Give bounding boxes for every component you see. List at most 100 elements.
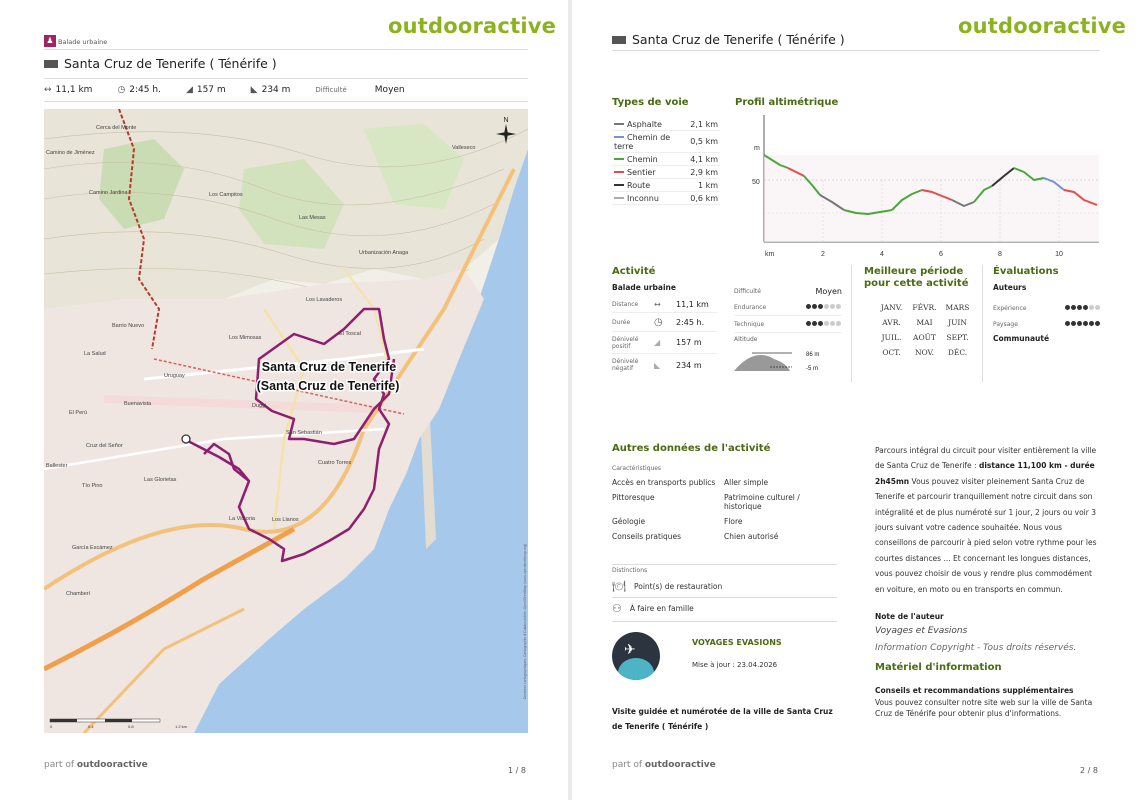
rating-dot <box>818 320 823 326</box>
road-type-row: Chemin de terre 0,5 km <box>612 130 720 153</box>
rating-dot <box>830 303 835 309</box>
month-cell: FÉVR. <box>912 303 937 312</box>
tour-title-text: Santa Cruz de Tenerife ( Ténérife ) <box>632 32 845 47</box>
rating-dot <box>812 320 817 326</box>
x-tick: 10 <box>1055 251 1063 258</box>
footer-part-of: part of outdooractive <box>612 760 716 770</box>
advice-title: Conseils et recommandations supplémentai… <box>875 686 1074 695</box>
distinction-item: ⚇ À faire en famille <box>612 602 694 615</box>
description: Parcours intégral du circuit pour visite… <box>875 446 1097 594</box>
place-label: Cerca del Monte <box>96 125 136 131</box>
rating-dot <box>1083 320 1088 326</box>
ascent-icon: ◢ <box>654 338 661 347</box>
place-label: Duggi <box>252 403 266 409</box>
best-period-heading: Meilleure période pour cette activité <box>864 266 969 289</box>
divider <box>44 49 528 50</box>
ratings-details: Expérience Paysage <box>993 300 1101 332</box>
distance-icon: ↔ <box>44 85 52 95</box>
svg-text:1.2 km: 1.2 km <box>175 724 188 729</box>
road-type-row: Inconnu 0,6 km <box>612 191 720 205</box>
page-number: 1 / 8 <box>508 766 526 775</box>
rating-dot <box>830 320 835 326</box>
month-cell: OCT. <box>882 348 901 357</box>
month-cell: MARS <box>945 303 970 312</box>
route-map[interactable]: N Santa Cruz de Tenerife (Santa Cruz de … <box>44 109 528 733</box>
route-label-line2: (Santa Cruz de Tenerife) <box>257 379 400 393</box>
characteristic-item: Flore <box>724 517 743 526</box>
place-label: Uruguay <box>164 373 185 379</box>
rating-dot <box>1095 320 1100 326</box>
rating-dot <box>824 303 829 309</box>
month-cell: AOÛT <box>913 333 936 342</box>
month-cell: NOV. <box>914 348 935 357</box>
metric-distance: ↔ 11,1 km <box>44 85 93 95</box>
place-label: Cuatro Torres <box>318 460 351 466</box>
distinctions-label: Distinctions <box>612 567 648 574</box>
author-name[interactable]: VOYAGES EVASIONS <box>692 638 782 647</box>
elevation-profile-chart: m 50 km 2 4 6 8 10 <box>752 115 1099 258</box>
metric-ascent: ◢ 157 m <box>185 85 226 95</box>
rating-dot <box>1077 320 1082 326</box>
place-label: García Escámez <box>72 545 113 551</box>
activity-difficulty: Difficulté Moyen Endurance Technique Alti… <box>734 283 842 381</box>
activity-stats: Distance ↔ 11,1 km Durée ◷ 2:45 h. Dénivelé … <box>612 296 717 376</box>
restaurant-icon: 🍽 <box>612 580 626 593</box>
svg-text:86 m: 86 m <box>806 352 819 358</box>
page-number: 2 / 8 <box>1080 766 1098 775</box>
rating-dot <box>836 303 841 309</box>
compass-north-label: N <box>503 117 508 124</box>
flag-icon <box>612 35 626 44</box>
route-start-marker[interactable] <box>181 434 191 444</box>
month-cell: JANV. <box>880 303 903 312</box>
activity-type: Balade urbaine <box>612 283 676 292</box>
elevation-y-unit: m <box>754 145 760 152</box>
rating-dot <box>1071 320 1076 326</box>
rating-dot <box>1065 304 1070 310</box>
descent-icon: ◣ <box>250 85 258 95</box>
ratings-authors: Auteurs <box>993 283 1027 292</box>
place-label: La Salud <box>84 351 106 357</box>
author-updated: Mise à jour : 23.04.2026 <box>692 661 778 669</box>
characteristic-item: Conseils pratiques <box>612 532 682 541</box>
svg-text:0.4: 0.4 <box>88 724 94 729</box>
characteristic-item: Aller simple <box>724 478 769 487</box>
characteristics-label: Caractéristiques <box>612 465 662 472</box>
rating-dot <box>818 303 823 309</box>
family-icon: ⚇ <box>612 602 622 615</box>
landscape-dots <box>1065 320 1101 328</box>
plane-icon: ✈ <box>624 642 636 658</box>
place-label: Urbanización Anaga <box>359 250 409 256</box>
flag-icon <box>44 59 58 68</box>
month-cell: DÉC. <box>947 348 968 357</box>
ratings-community: Communauté <box>993 334 1050 343</box>
place-label: San Sebastián <box>286 430 322 436</box>
metric-duration: ◷ 2:45 h. <box>117 85 161 95</box>
characteristic-item: Pittoresque <box>612 493 655 502</box>
ascent-icon: ◢ <box>185 85 193 95</box>
category-label: Balade urbaine <box>58 38 108 46</box>
brand-logo: outdooractive <box>388 14 557 38</box>
road-type-row: Asphalte 2,1 km <box>612 118 720 131</box>
activity-heading: Activité <box>612 266 656 277</box>
author-note-2: Information Copyright - Tous droits rése… <box>875 643 1077 653</box>
tour-title: Santa Cruz de Tenerife ( Ténérife ) <box>612 32 845 47</box>
x-tick: 2 <box>821 251 825 258</box>
road-types-heading: Types de voie <box>612 97 689 108</box>
place-label: Las Mesas <box>299 215 326 221</box>
place-label: Camino Jardina <box>89 190 128 196</box>
month-cell: JUIN <box>948 318 967 327</box>
divider <box>612 50 1100 51</box>
route-label-line1: Santa Cruz de Tenerife <box>262 360 397 374</box>
rating-dot <box>1071 304 1076 310</box>
brand-logo: outdooractive <box>958 14 1127 38</box>
place-label: Camino de Jiménez <box>46 150 95 156</box>
rating-dot <box>1095 304 1100 310</box>
author-avatar[interactable]: ✈ <box>612 632 660 680</box>
divider <box>44 78 528 79</box>
divider <box>44 101 528 102</box>
road-type-row: Chemin 4,1 km <box>612 152 720 166</box>
rating-dot <box>1065 320 1070 326</box>
characteristic-item: Accès en transports publics <box>612 478 716 487</box>
other-data-heading: Autres données de l'activité <box>612 443 771 454</box>
tour-title: Santa Cruz de Tenerife ( Ténérife ) <box>44 56 277 71</box>
